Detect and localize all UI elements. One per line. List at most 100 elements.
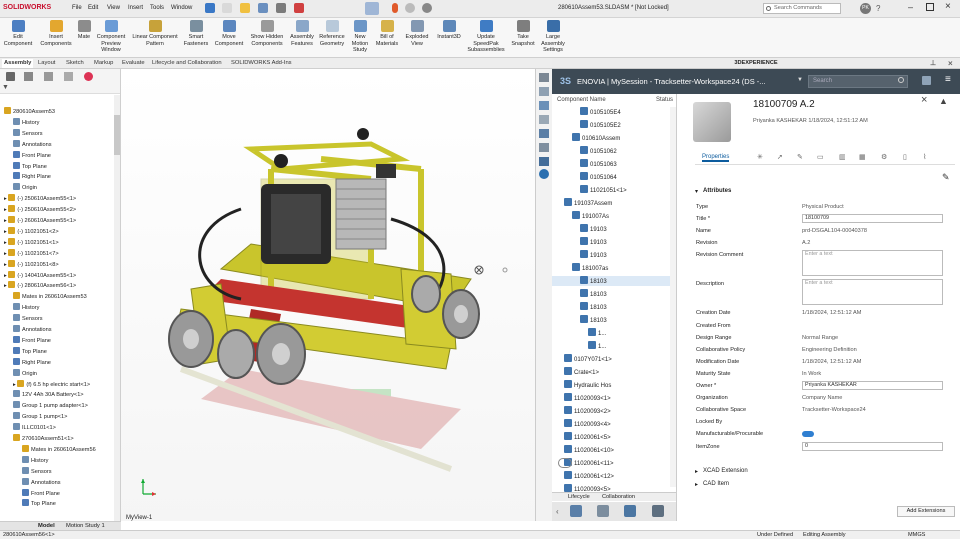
enovia-tree-item[interactable]: 181007as [572, 263, 608, 273]
enovia-tree-item[interactable]: 11020061<5> [564, 432, 611, 442]
display-manager-icon[interactable] [84, 72, 93, 81]
tree-item[interactable]: History [13, 303, 39, 313]
filter-panel-icon[interactable] [624, 505, 636, 517]
search-commands-input[interactable]: Search Commands [763, 3, 841, 14]
chart-icon[interactable]: ▥ [839, 153, 846, 161]
configuration-icon[interactable] [44, 72, 53, 81]
enovia-tree-item[interactable]: 1... [588, 341, 606, 351]
tree-item[interactable]: Top Plane [13, 346, 47, 357]
tab-markup[interactable]: Markup [92, 59, 115, 68]
tree-item[interactable]: Sensors [13, 128, 43, 139]
menu-view[interactable]: View [107, 5, 120, 11]
tree-item[interactable]: Group 1 pump<1> [13, 412, 67, 422]
chevron-left-icon[interactable]: ‹ [556, 507, 559, 516]
linear-pattern-button[interactable]: Linear Component Pattern [130, 20, 180, 56]
undo-icon[interactable] [294, 3, 304, 13]
property-manager-icon[interactable] [24, 72, 33, 81]
enovia-tree-item[interactable]: Hydraulic Hos [564, 380, 611, 390]
tree-item[interactable]: Sensors [13, 314, 43, 324]
comment-icon[interactable]: ▭ [817, 153, 824, 161]
tree-item[interactable]: 270610Assem51<1> [13, 434, 74, 444]
tree-item[interactable]: Right Plane [13, 357, 51, 368]
tab-assembly[interactable]: Assembly [2, 59, 34, 68]
move-component-button[interactable]: Move Component [212, 20, 246, 56]
tree-item[interactable]: Top Plane [22, 499, 56, 509]
tree-item[interactable]: ▸ (-) 11021051<1> [4, 237, 59, 248]
tab-model[interactable]: Model [38, 523, 55, 529]
bill-of-materials-button[interactable]: Bill of Materials [374, 20, 400, 56]
table-icon[interactable]: ▦ [859, 153, 866, 161]
new-icon[interactable] [222, 3, 232, 13]
relations-icon[interactable]: ✳ [757, 153, 763, 161]
new-motion-study-button[interactable]: New Motion Study [348, 20, 372, 56]
tree-item[interactable]: History [22, 455, 48, 466]
tree-item[interactable]: Annotations [22, 477, 61, 488]
print-icon[interactable] [276, 3, 286, 13]
filter-icon[interactable]: ▼ [2, 84, 9, 91]
tree-item[interactable]: ▸ (-) 11021051<2> [4, 226, 59, 237]
enovia-tree-item[interactable]: 0107Y071<1> [564, 354, 612, 364]
3dexperience-icon[interactable] [539, 169, 549, 179]
tree-item[interactable]: ▸ (-) 250610Assem55<1> [4, 194, 76, 204]
attributes-section[interactable]: Attributes [703, 188, 731, 194]
pencil-edit-icon[interactable]: ✎ [942, 172, 950, 183]
xcad-extension-section[interactable]: XCAD Extension [703, 468, 748, 474]
graphics-viewport[interactable]: MyView-1 [121, 69, 552, 521]
enovia-tree-item[interactable]: 11020061<12> [564, 471, 614, 481]
enovia-tree-item[interactable]: 0105105E2 [580, 120, 621, 130]
enovia-tree-item[interactable]: 11021051<1> [580, 185, 627, 195]
tree-item[interactable]: Front Plane [13, 150, 51, 161]
view-palette-icon[interactable] [539, 115, 549, 124]
update-speedpak-button[interactable]: Update SpeedPak Subassemblies [466, 20, 506, 56]
tree-item[interactable]: Annotations [13, 139, 52, 150]
tree-panel-icon[interactable] [539, 157, 549, 166]
menu-window[interactable]: Window [171, 5, 192, 11]
chevron-down-icon[interactable]: ▼ [797, 77, 803, 83]
tree-item[interactable]: Sensors [22, 466, 52, 477]
enovia-tree-item[interactable]: 01051064 [580, 172, 617, 182]
tree-item[interactable]: ▸ (-) 11021051<7> [4, 248, 59, 259]
insert-components-button[interactable]: Insert Components [38, 20, 74, 56]
attribute-input[interactable]: 18100709 [802, 214, 943, 224]
tab-lifecycle[interactable]: Lifecycle and Collaboration [150, 59, 224, 68]
enovia-tree-item[interactable]: 010610Assem [572, 133, 620, 143]
enovia-tree-item[interactable]: 11020093<1> [564, 393, 611, 403]
pin-icon[interactable]: ⊥ [930, 58, 936, 69]
enovia-search-input[interactable]: Search [808, 75, 908, 88]
show-hidden-button[interactable]: Show Hidden Components [248, 20, 286, 56]
tag-icon[interactable] [922, 76, 931, 85]
file-explorer-icon[interactable] [539, 101, 549, 110]
tree-item[interactable]: Mates in 260610Assem53 [13, 292, 87, 302]
home-icon[interactable] [205, 3, 215, 13]
tab-properties[interactable]: Properties [702, 154, 730, 162]
tree-item[interactable]: ▸ (-) 140410Assem55<1> [4, 270, 76, 281]
tree-item[interactable]: Origin [13, 368, 37, 379]
edit-icon[interactable]: ✎ [797, 153, 803, 161]
tree-item[interactable]: ▸ (-) 280610Assem56<1> [4, 281, 76, 291]
menu-icon[interactable]: ≡ [945, 74, 951, 85]
panel-close-icon[interactable]: × [948, 58, 953, 69]
attribute-input[interactable]: 0 [802, 441, 943, 451]
tab-collaboration-panel[interactable]: Collaboration [602, 494, 635, 500]
enovia-tree-item[interactable]: 18103 [580, 302, 607, 312]
enovia-tree-item[interactable]: Crate<1> [564, 367, 599, 377]
structure-icon[interactable] [570, 505, 582, 517]
tree-item[interactable]: Mates in 260610Assem56 [22, 444, 96, 455]
menu-insert[interactable]: Insert [128, 5, 143, 11]
compare-icon[interactable] [597, 505, 609, 517]
menu-edit[interactable]: Edit [88, 5, 98, 11]
instant3d-button[interactable]: Instant3D [434, 20, 464, 56]
attribute-textarea[interactable]: Enter a text [802, 250, 943, 277]
tab-layout[interactable]: Layout [36, 59, 57, 68]
enovia-tree-item[interactable]: 18103 [580, 289, 607, 299]
menu-tools[interactable]: Tools [150, 5, 164, 11]
enovia-tree-item[interactable]: 191037Assem [564, 198, 612, 208]
take-snapshot-button[interactable]: Take Snapshot [508, 20, 538, 56]
avatar[interactable]: PK [860, 3, 871, 14]
tree-item[interactable]: Front Plane [22, 488, 60, 499]
manufacturable-toggle[interactable] [802, 431, 814, 438]
caditem-caret-icon[interactable]: ▸ [695, 481, 698, 488]
cad-item-section[interactable]: CAD Item [703, 481, 729, 487]
settings-gear-icon[interactable]: ⚙ [881, 153, 887, 161]
enovia-tree-scrollbar[interactable] [670, 107, 676, 487]
